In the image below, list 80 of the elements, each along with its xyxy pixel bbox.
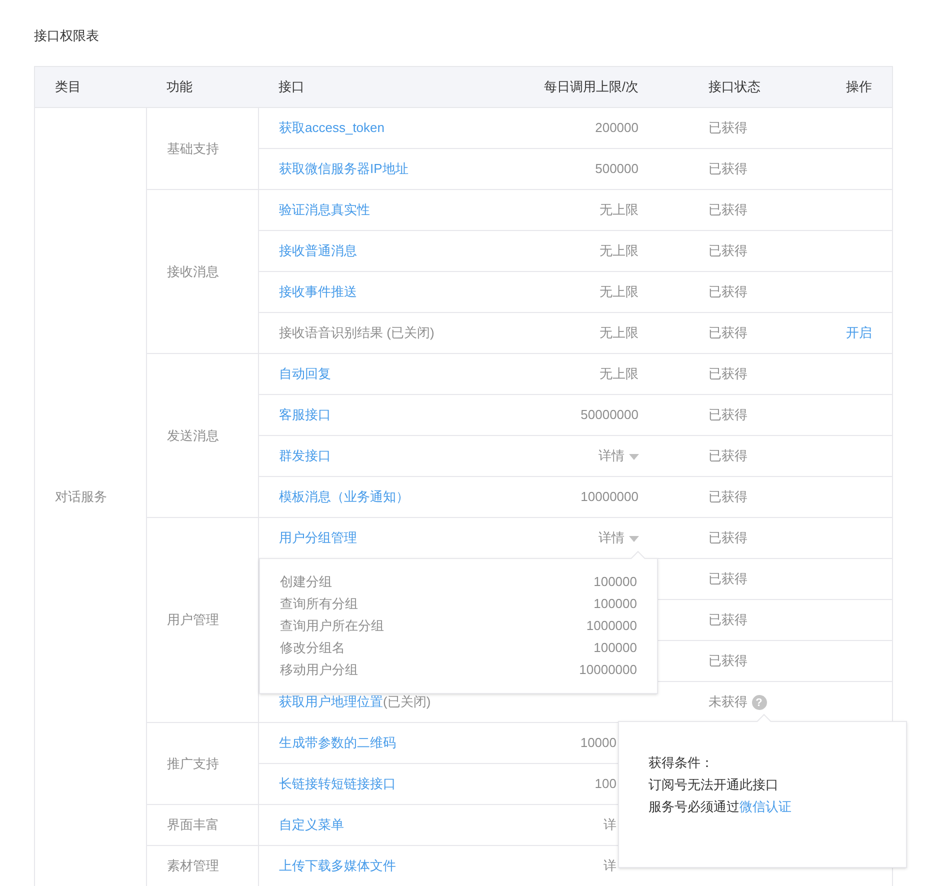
- status-text: 已获得: [708, 325, 748, 340]
- status-text: 已获得: [708, 612, 748, 628]
- interface-name: 查询所有分组: [280, 595, 358, 614]
- status-text: 已获得: [708, 161, 748, 176]
- column-header: 每日调用上限/次: [544, 79, 638, 94]
- call-limit: 50000000: [580, 407, 638, 422]
- status-text: 已获得: [708, 653, 748, 668]
- call-limit: 100000: [594, 573, 637, 592]
- status-text: 未获得: [708, 694, 748, 710]
- status-text: 已获得: [708, 284, 748, 300]
- status-text: 已获得: [708, 243, 748, 258]
- column-header: 操作: [846, 79, 872, 94]
- status-text: 已获得: [708, 366, 748, 382]
- interface-link[interactable]: 生成带参数的二维码: [279, 735, 396, 750]
- interface-link[interactable]: 长链接转短链接接口: [279, 776, 396, 792]
- call-limit: 10000000: [580, 489, 638, 504]
- column-header: 接口: [278, 79, 304, 94]
- function-label: 用户管理: [167, 612, 219, 628]
- call-limit: 100: [594, 776, 616, 792]
- status-text: 已获得: [708, 530, 748, 546]
- help-icon[interactable]: ?: [752, 695, 766, 710]
- interface-link[interactable]: 自动回复: [279, 366, 331, 382]
- interface-name: 创建分组: [280, 573, 332, 592]
- call-limit: 500000: [595, 161, 638, 176]
- interface-link[interactable]: 用户分组管理: [279, 530, 357, 546]
- function-label: 素材管理: [167, 858, 219, 874]
- interface-link[interactable]: 上传下载多媒体文件: [279, 858, 396, 874]
- certification-link[interactable]: 微信认证: [740, 799, 792, 814]
- interface-link[interactable]: 接收事件推送: [279, 284, 357, 300]
- interface-name: 修改分组名: [280, 639, 345, 658]
- interface-link[interactable]: 验证消息真实性: [279, 202, 370, 218]
- details-toggle[interactable]: 详情: [598, 446, 638, 466]
- function-label: 发送消息: [167, 428, 219, 443]
- status-text: 已获得: [708, 202, 748, 218]
- interface-link[interactable]: 接收普通消息: [279, 243, 357, 258]
- status-text: 已获得: [708, 120, 748, 136]
- call-limit: 详: [604, 817, 616, 832]
- details-toggle[interactable]: 详情: [598, 528, 638, 548]
- interface-name: 移动用户分组: [280, 661, 358, 680]
- interface-link[interactable]: 自定义菜单: [279, 817, 344, 832]
- call-limit: 10000000: [579, 661, 637, 680]
- enable-link[interactable]: 开启: [846, 325, 872, 340]
- caret-down-icon: [628, 536, 638, 542]
- call-limit: 200000: [595, 120, 638, 136]
- interface-name: 查询用户所在分组: [280, 617, 384, 636]
- status-text: 已获得: [708, 489, 748, 504]
- interface-link[interactable]: 客服接口: [279, 407, 331, 422]
- call-limit: 无上限: [600, 366, 638, 382]
- interface-link[interactable]: 获取微信服务器IP地址: [279, 161, 408, 176]
- call-limit: 详: [604, 858, 616, 874]
- column-header: 接口状态: [708, 79, 760, 94]
- call-limit: 10000: [580, 735, 616, 750]
- interface-link[interactable]: 获取用户地理位置: [279, 694, 383, 710]
- interface-link[interactable]: 获取access_token: [279, 120, 384, 136]
- call-limit: 无上限: [600, 325, 638, 340]
- caret-down-icon: [628, 454, 638, 460]
- call-limit: 100000: [594, 639, 637, 658]
- status-text: 已获得: [708, 407, 748, 422]
- call-limit: 无上限: [600, 202, 638, 218]
- interface-link[interactable]: 群发接口: [279, 448, 331, 464]
- status-text: 已获得: [708, 448, 748, 464]
- column-header: 类目: [55, 79, 81, 94]
- function-label: 界面丰富: [167, 817, 219, 832]
- column-header: 功能: [166, 79, 192, 94]
- call-limit: 1000000: [586, 617, 637, 636]
- call-limit: 无上限: [600, 243, 638, 258]
- tooltip-text: 服务号必须通过微信认证: [648, 798, 792, 816]
- page-title: 接口权限表: [34, 27, 100, 45]
- call-limit: 无上限: [600, 284, 638, 300]
- call-limit: 100000: [594, 595, 637, 614]
- closed-note: (已关闭): [383, 694, 431, 710]
- interface-link[interactable]: 模板消息（业务通知）: [279, 489, 409, 504]
- function-label: 接收消息: [167, 264, 219, 279]
- category-label: 对话服务: [55, 489, 107, 504]
- tooltip-title: 获得条件：: [648, 754, 714, 772]
- interface-name[interactable]: 接收语音识别结果 (已关闭): [279, 325, 434, 340]
- status-text: 已获得: [708, 571, 748, 586]
- function-label: 基础支持: [167, 140, 219, 156]
- function-label: 推广支持: [167, 756, 219, 771]
- tooltip-text: 订阅号无法开通此接口: [648, 776, 780, 794]
